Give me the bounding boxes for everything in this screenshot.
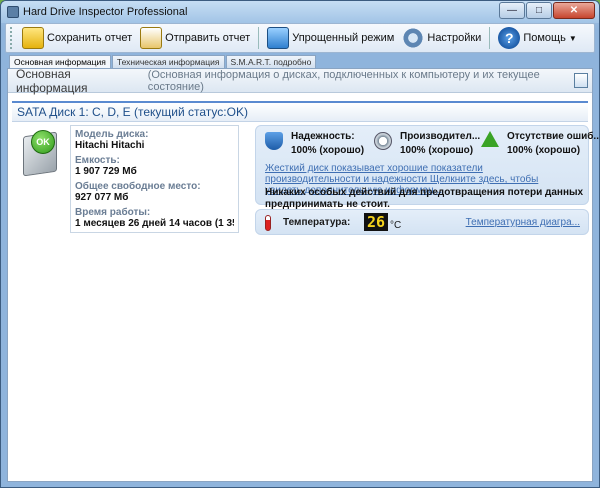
window-title: Hard Drive Inspector Professional bbox=[23, 6, 188, 18]
disk-info-box: Модель диска: Hitachi Hitachi Емкость: 1… bbox=[70, 125, 239, 233]
gauge-icon bbox=[374, 132, 392, 150]
toolbar-grip bbox=[10, 27, 14, 49]
toolbar-separator bbox=[258, 27, 260, 49]
reliability-status: Надежность: 100% (хорошо) bbox=[265, 131, 364, 156]
toolbar: Сохранить отчет Отправить отчет Упрощенн… bbox=[5, 23, 595, 53]
performance-status: Производител... 100% (хорошо) bbox=[374, 131, 480, 156]
errors-value: 100% (хорошо) bbox=[507, 145, 581, 156]
window-controls: — □ ✕ bbox=[498, 2, 595, 19]
help-menu-button[interactable]: ? Помощь ▼ bbox=[494, 25, 580, 51]
disk-title[interactable]: SATA Диск 1: C, D, E (текущий статус:OK) bbox=[12, 101, 588, 122]
section-title: Основная информация bbox=[16, 66, 88, 95]
performance-label: Производител... bbox=[400, 131, 481, 142]
help-label: Помощь bbox=[523, 32, 566, 44]
simple-mode-button[interactable]: Упрощенный режим bbox=[263, 25, 398, 51]
capacity-label: Емкость: bbox=[75, 155, 120, 166]
temperature-value: 26 bbox=[364, 213, 388, 231]
reliability-label: Надежность: bbox=[291, 131, 355, 142]
settings-button[interactable]: Настройки bbox=[398, 25, 485, 51]
free-space-label: Общее свободное место: bbox=[75, 181, 201, 192]
minimize-button[interactable]: — bbox=[499, 2, 525, 19]
content-panel: Основная информация (Основная информация… bbox=[7, 66, 599, 482]
simple-mode-label: Упрощенный режим bbox=[292, 32, 395, 44]
model-label: Модель диска: bbox=[75, 129, 149, 140]
send-report-button[interactable]: Отправить отчет bbox=[136, 25, 254, 51]
free-space-value: 927 077 Мб bbox=[75, 192, 129, 203]
reliability-value: 100% (хорошо) bbox=[291, 145, 365, 156]
app-icon bbox=[7, 6, 19, 18]
check-triangle-icon bbox=[481, 131, 499, 147]
gear-icon bbox=[402, 27, 425, 49]
ok-status-badge: OK bbox=[31, 130, 55, 154]
chevron-down-icon: ▼ bbox=[568, 33, 577, 43]
performance-value: 100% (хорошо) bbox=[400, 145, 474, 156]
section-header: Основная информация (Основная информация… bbox=[8, 66, 592, 95]
thermometer-icon bbox=[265, 215, 271, 231]
envelope-icon bbox=[140, 27, 163, 49]
temperature-label: Температура: bbox=[283, 217, 351, 228]
save-report-icon bbox=[22, 27, 44, 49]
help-icon: ? bbox=[498, 27, 521, 49]
hard-drive-icon: OK bbox=[23, 130, 63, 178]
uptime-value: 1 месяцев 26 дней 14 часов (1 358... bbox=[75, 218, 234, 229]
app-window: Hard Drive Inspector Professional — □ ✕ … bbox=[0, 0, 600, 488]
save-report-label: Сохранить отчет bbox=[47, 32, 133, 44]
capacity-value: 1 907 729 Мб bbox=[75, 166, 137, 177]
advice-text: Никаких особых действий для предотвращен… bbox=[265, 187, 584, 210]
temperature-diagram-link[interactable]: Температурная диагра... bbox=[466, 217, 580, 228]
export-icon[interactable] bbox=[574, 73, 588, 88]
maximize-button[interactable]: □ bbox=[526, 2, 552, 19]
health-status-box: Надежность: 100% (хорошо) Производител..… bbox=[255, 125, 599, 210]
save-report-button[interactable]: Сохранить отчет bbox=[18, 25, 136, 51]
close-button[interactable]: ✕ bbox=[553, 2, 595, 19]
temperature-unit: °C bbox=[390, 220, 402, 231]
simple-mode-icon bbox=[267, 27, 290, 49]
errors-status: Отсутствие ошиб... 100% (хорошо) bbox=[481, 131, 600, 156]
temperature-box: Температура: 26 °C Температурная диагра.… bbox=[255, 209, 589, 235]
section-subtitle: (Основная информация о дисках, подключен… bbox=[147, 68, 540, 93]
toolbar-separator bbox=[489, 27, 491, 49]
tab-smart-details[interactable]: S.M.A.R.T. подробно bbox=[225, 55, 317, 69]
shield-icon bbox=[265, 132, 283, 150]
errors-label: Отсутствие ошиб... bbox=[507, 131, 600, 142]
uptime-label: Время работы: bbox=[75, 207, 151, 218]
send-report-label: Отправить отчет bbox=[165, 32, 251, 44]
title-bar: Hard Drive Inspector Professional — □ ✕ bbox=[1, 1, 599, 23]
settings-label: Настройки bbox=[427, 32, 482, 44]
model-value: Hitachi Hitachi bbox=[75, 140, 145, 151]
